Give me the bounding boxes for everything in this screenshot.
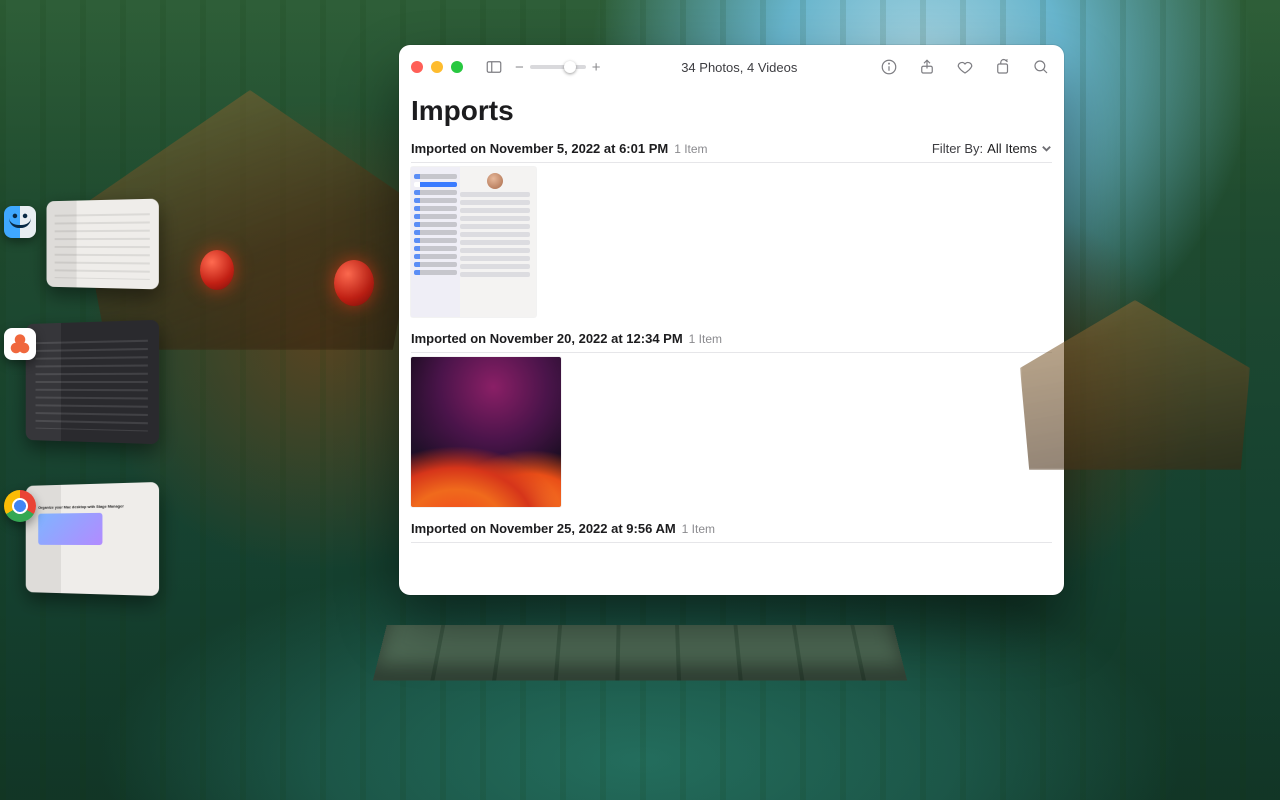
stage-doc-title: Organize your Mac desktop with Stage Man… <box>38 503 124 509</box>
wallpaper-decoration <box>334 260 374 306</box>
minimize-button[interactable] <box>431 61 443 73</box>
fullscreen-button[interactable] <box>451 61 463 73</box>
info-button[interactable] <box>878 56 900 78</box>
zoom-in-button[interactable]: + <box>592 59 601 76</box>
zoom-slider-thumb[interactable] <box>564 61 576 73</box>
photos-window: − + 34 Photos, 4 Videos <box>399 45 1064 595</box>
stage-group-asana[interactable] <box>10 322 160 462</box>
filter-dropdown[interactable]: Filter By: All Items <box>932 141 1052 156</box>
stage-window-thumb <box>26 320 159 444</box>
stage-window-thumb: Organize your Mac desktop with Stage Man… <box>26 482 159 596</box>
divider <box>411 542 1052 543</box>
sidebar-toggle-button[interactable] <box>483 56 505 78</box>
finder-icon <box>4 206 36 238</box>
photos-content: Imports Imported on November 5, 2022 at … <box>399 89 1064 595</box>
window-title: 34 Photos, 4 Videos <box>611 60 868 75</box>
share-button[interactable] <box>916 56 938 78</box>
desktop-wallpaper: Organize your Mac desktop with Stage Man… <box>0 0 1280 800</box>
window-toolbar: − + 34 Photos, 4 Videos <box>399 45 1064 89</box>
wallpaper-decoration <box>373 625 907 680</box>
stage-group-chrome[interactable]: Organize your Mac desktop with Stage Man… <box>10 484 160 614</box>
rotate-button[interactable] <box>992 56 1014 78</box>
import-group-header: Imported on November 20, 2022 at 12:34 P… <box>411 327 1052 352</box>
import-group-label: Imported on November 5, 2022 at 6:01 PM <box>411 141 668 156</box>
photo-thumbnail[interactable] <box>411 357 561 507</box>
import-group-header: Imported on November 25, 2022 at 9:56 AM… <box>411 517 1052 542</box>
search-button[interactable] <box>1030 56 1052 78</box>
import-group-label: Imported on November 25, 2022 at 9:56 AM <box>411 521 676 536</box>
asana-icon <box>4 328 36 360</box>
filter-value: All Items <box>987 141 1037 156</box>
stage-group-finder[interactable] <box>10 200 160 300</box>
zoom-control: − + <box>515 59 601 76</box>
zoom-out-button[interactable]: − <box>515 59 524 76</box>
favorite-button[interactable] <box>954 56 976 78</box>
wallpaper-decoration <box>200 250 234 290</box>
import-group-count: 1 Item <box>674 142 707 156</box>
stage-manager-strip: Organize your Mac desktop with Stage Man… <box>10 200 160 614</box>
page-title: Imports <box>411 95 1052 127</box>
filter-prefix: Filter By: <box>932 141 983 156</box>
chrome-icon <box>4 490 36 522</box>
import-group-count: 1 Item <box>682 522 715 536</box>
zoom-slider[interactable] <box>530 65 586 69</box>
stage-window-thumb <box>47 199 159 290</box>
close-button[interactable] <box>411 61 423 73</box>
photo-thumbnail[interactable] <box>411 167 536 317</box>
import-group-header: Imported on November 5, 2022 at 6:01 PM … <box>411 137 1052 162</box>
window-traffic-lights <box>411 61 463 73</box>
import-group-count: 1 Item <box>689 332 722 346</box>
import-group-label: Imported on November 20, 2022 at 12:34 P… <box>411 331 683 346</box>
chevron-down-icon <box>1041 143 1052 154</box>
